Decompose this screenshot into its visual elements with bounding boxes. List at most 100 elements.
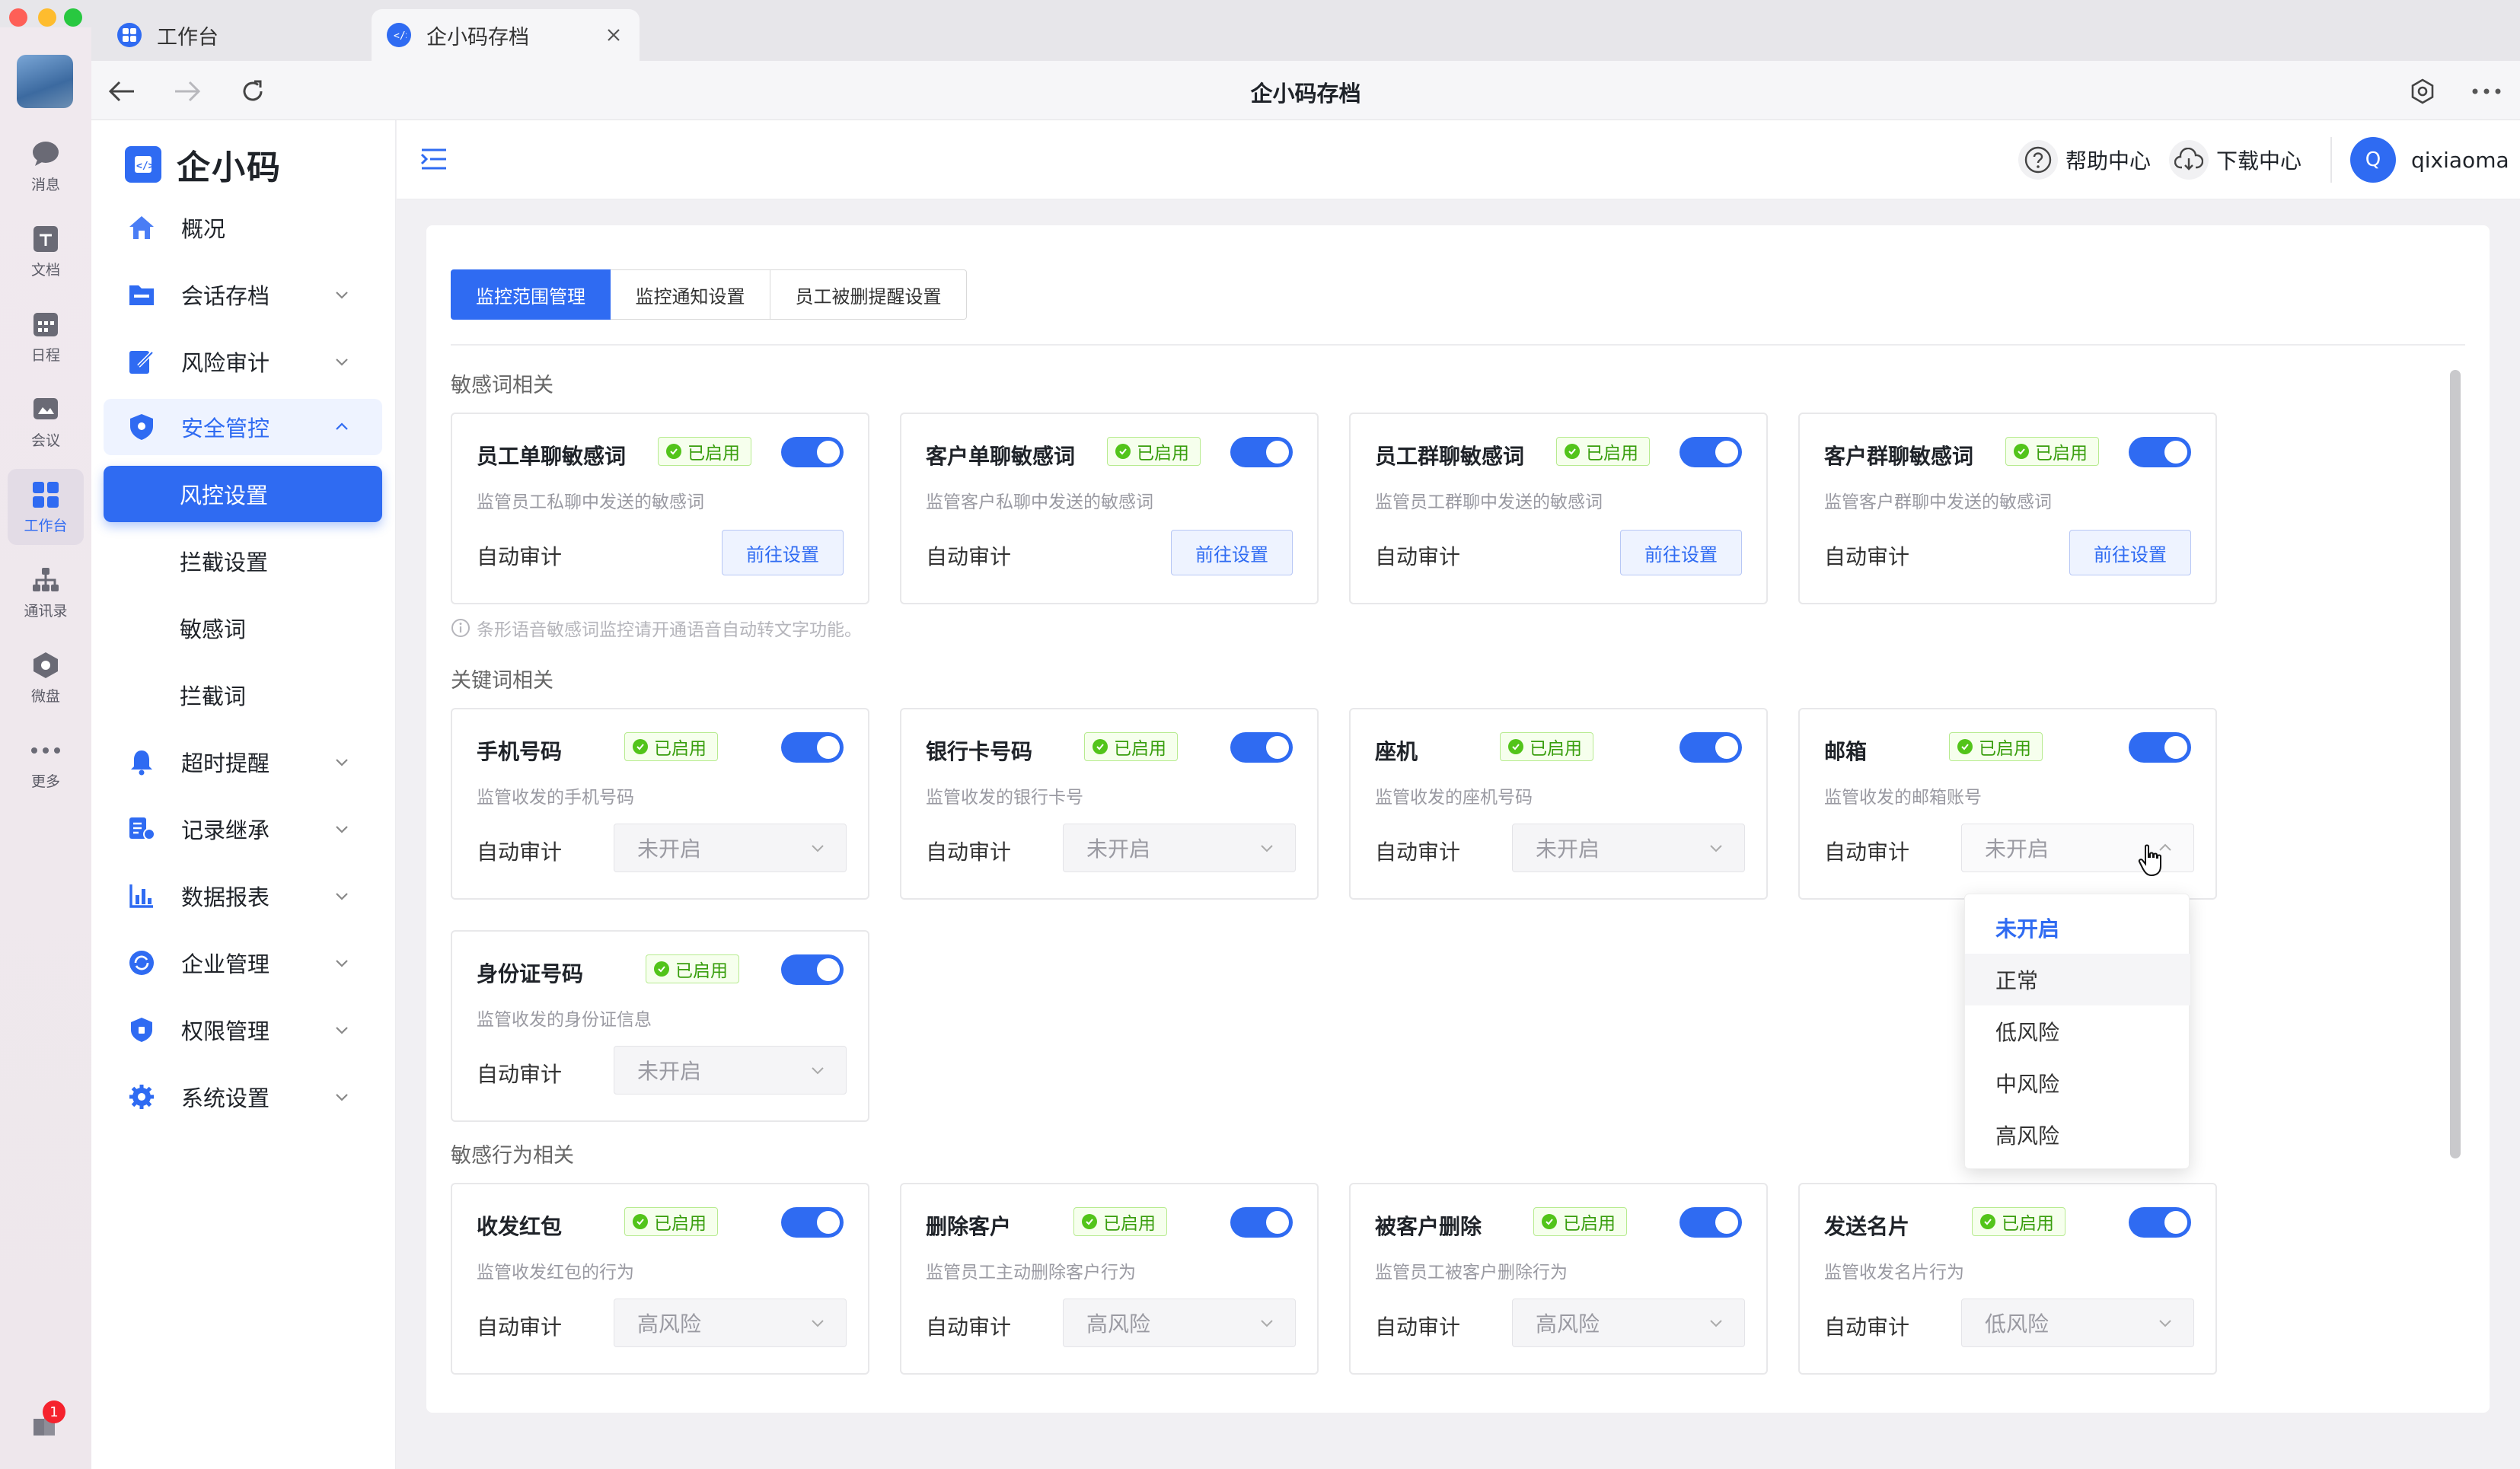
download-center-link[interactable]: 下载中心 xyxy=(2169,140,2301,180)
enable-toggle[interactable] xyxy=(1679,732,1742,763)
enable-toggle[interactable] xyxy=(1679,1207,1742,1238)
enable-toggle[interactable] xyxy=(1230,1207,1293,1238)
rail-item-calendar[interactable]: 日程 xyxy=(8,298,84,374)
card-description: 监管收发的身份证信息 xyxy=(477,1010,652,1030)
tab-qixiaoma-archive[interactable]: </> 企小码存档 xyxy=(372,9,640,61)
minimize-window-button[interactable] xyxy=(38,8,56,27)
sidebar-item-security-control[interactable]: 安全管控 xyxy=(104,399,382,455)
audit-level-select[interactable]: 高风险 xyxy=(1063,1299,1296,1347)
dropdown-option-low-risk[interactable]: 低风险 xyxy=(1965,1005,2190,1057)
card-title: 删除客户 xyxy=(926,1214,1012,1239)
home-icon xyxy=(126,212,157,243)
audit-level-select[interactable]: 未开启 xyxy=(1063,824,1296,872)
rail-item-workbench[interactable]: 工作台 xyxy=(8,469,84,545)
goto-settings-button[interactable]: 前往设置 xyxy=(2069,530,2191,575)
sidebar-item-sensitive-words[interactable]: 敏感词 xyxy=(104,600,382,656)
rail-label: 更多 xyxy=(30,773,60,790)
status-badge: 已启用 xyxy=(1533,1207,1627,1236)
tab-workbench[interactable]: 工作台 xyxy=(107,9,365,61)
enable-toggle[interactable] xyxy=(781,954,844,985)
rail-item-docs[interactable]: 文档 xyxy=(8,213,84,289)
status-badge: 已启用 xyxy=(1949,732,2043,761)
help-center-link[interactable]: 帮助中心 xyxy=(2018,140,2151,180)
collapse-menu-icon[interactable] xyxy=(419,146,448,175)
enable-toggle[interactable] xyxy=(2129,437,2191,467)
sidebar-item-timeout-reminder[interactable]: 超时提醒 xyxy=(104,734,382,790)
chevron-down-icon xyxy=(1710,845,1722,852)
sidebar-item-intercept-words[interactable]: 拦截词 xyxy=(104,667,382,723)
sidebar-item-intercept-settings[interactable]: 拦截设置 xyxy=(104,533,382,589)
rail-label: 消息 xyxy=(30,176,60,193)
brand-logo: </> 企小码 xyxy=(125,140,282,189)
tab-monitor-scope[interactable]: 监控范围管理 xyxy=(451,269,611,320)
help-circle-icon xyxy=(2018,140,2058,180)
org-chart-icon xyxy=(30,565,61,595)
card-landline: 座机 已启用 监管收发的座机号码 自动审计 未开启 xyxy=(1349,708,1768,900)
more-options-icon[interactable] xyxy=(2471,76,2502,107)
dropdown-option-high-risk[interactable]: 高风险 xyxy=(1965,1109,2190,1161)
audit-level-select[interactable]: 高风险 xyxy=(614,1299,847,1347)
user-menu[interactable]: Q qixiaoma xyxy=(2350,137,2520,183)
check-circle-icon xyxy=(1508,739,1523,754)
maximize-window-button[interactable] xyxy=(64,8,82,27)
rail-item-messages[interactable]: 消息 xyxy=(8,128,84,204)
close-tab-icon[interactable] xyxy=(604,26,623,49)
audit-level-select[interactable]: 高风险 xyxy=(1512,1299,1745,1347)
card-description: 监管员工私聊中发送的敏感词 xyxy=(477,492,704,512)
user-avatar[interactable] xyxy=(17,55,73,108)
notification-bell-icon[interactable]: 1 xyxy=(29,1400,65,1439)
chevron-down-icon xyxy=(336,1094,348,1101)
rail-item-contacts[interactable]: 通讯录 xyxy=(8,554,84,630)
goto-settings-button[interactable]: 前往设置 xyxy=(1620,530,1742,575)
svg-text:</>: </> xyxy=(394,30,407,42)
goto-settings-button[interactable]: 前往设置 xyxy=(1171,530,1293,575)
audit-level-select[interactable]: 未开启 xyxy=(614,1046,847,1095)
sidebar-item-data-reports[interactable]: 数据报表 xyxy=(104,868,382,924)
card-title: 银行卡号码 xyxy=(926,739,1033,764)
chevron-down-icon xyxy=(812,845,824,852)
sidebar-item-enterprise[interactable]: 企业管理 xyxy=(104,935,382,991)
tab-monitor-notification[interactable]: 监控通知设置 xyxy=(611,269,770,320)
enable-toggle[interactable] xyxy=(1679,437,1742,467)
sidebar-item-risk-audit[interactable]: 风险审计 xyxy=(104,333,382,390)
enable-toggle[interactable] xyxy=(781,1207,844,1238)
enable-toggle[interactable] xyxy=(781,732,844,763)
sidebar-item-overview[interactable]: 概况 xyxy=(104,199,382,256)
dropdown-option-medium-risk[interactable]: 中风险 xyxy=(1965,1057,2190,1109)
notification-count-badge: 1 xyxy=(43,1400,65,1423)
audit-level-select[interactable]: 低风险 xyxy=(1961,1299,2194,1347)
dropdown-option-normal[interactable]: 正常 xyxy=(1965,954,2190,1005)
rail-item-drive[interactable]: 微盘 xyxy=(8,639,84,715)
enable-toggle[interactable] xyxy=(781,437,844,467)
check-circle-icon xyxy=(1115,444,1131,459)
enable-toggle[interactable] xyxy=(2129,732,2191,763)
content-scrollbar[interactable] xyxy=(2450,370,2461,1158)
check-circle-icon xyxy=(1565,444,1580,459)
auto-audit-label: 自动审计 xyxy=(926,544,1012,569)
sidebar-item-label: 会话存档 xyxy=(181,283,270,309)
card-description: 监管收发的手机号码 xyxy=(477,788,634,808)
sidebar-item-record-inherit[interactable]: 记录继承 xyxy=(104,801,382,857)
audit-level-select[interactable]: 未开启 xyxy=(1512,824,1745,872)
audit-level-select[interactable]: 未开启 xyxy=(614,824,847,872)
section-title-keywords: 关键词相关 xyxy=(451,669,553,693)
settings-hexagon-icon[interactable] xyxy=(2407,76,2438,107)
rail-item-meeting[interactable]: 会议 xyxy=(8,384,84,460)
sidebar-item-chat-archive[interactable]: 会话存档 xyxy=(104,266,382,323)
sidebar-item-risk-settings[interactable]: 风控设置 xyxy=(104,466,382,522)
dropdown-option-off[interactable]: 未开启 xyxy=(1965,902,2190,954)
auto-audit-label: 自动审计 xyxy=(477,1314,563,1340)
sidebar-item-system-settings[interactable]: 系统设置 xyxy=(104,1069,382,1125)
sidebar-item-permissions[interactable]: 权限管理 xyxy=(104,1002,382,1058)
sync-circle-icon xyxy=(126,948,157,978)
shield-lock-icon xyxy=(126,1015,157,1045)
enable-toggle[interactable] xyxy=(1230,437,1293,467)
enable-toggle[interactable] xyxy=(2129,1207,2191,1238)
goto-settings-button[interactable]: 前往设置 xyxy=(722,530,844,575)
tab-employee-deleted-reminder[interactable]: 员工被删提醒设置 xyxy=(770,269,967,320)
help-center-label: 帮助中心 xyxy=(2065,148,2152,174)
enable-toggle[interactable] xyxy=(1230,732,1293,763)
rail-item-more[interactable]: 更多 xyxy=(8,725,84,801)
close-window-button[interactable] xyxy=(9,8,27,27)
card-red-packet: 收发红包 已启用 监管收发红包的行为 自动审计 高风险 xyxy=(451,1183,869,1375)
